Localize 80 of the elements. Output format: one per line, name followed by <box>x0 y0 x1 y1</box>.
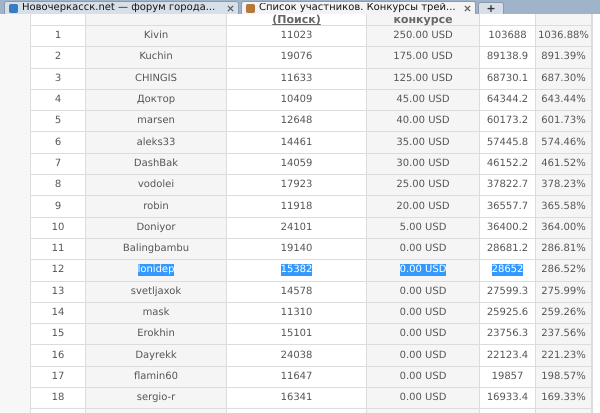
table-cell: 175.00 USD <box>367 47 480 68</box>
table-cell: Доктор <box>86 90 227 110</box>
table-cell: 30.00 USD <box>367 154 480 174</box>
table-cell: 0.00 USD <box>367 388 480 408</box>
table-cell: robin <box>86 196 227 217</box>
table-row[interactable]: 16 Dayrekk 24038 0.00 USD 22123.4 221.23% <box>31 345 592 367</box>
table-cell: Kivin <box>86 26 227 46</box>
table-cell: 221.23% <box>536 345 592 366</box>
table-row[interactable]: 7 DashBak 14059 30.00 USD 46152.2 461.52% <box>31 154 592 176</box>
table-cell: vodolei <box>86 175 227 196</box>
table-cell: 169.33% <box>536 388 592 408</box>
new-tab-button[interactable]: + <box>478 2 504 14</box>
table-cell: 0.00 USD <box>367 324 480 344</box>
table-cell: 574.46% <box>536 132 592 153</box>
close-icon[interactable] <box>227 4 234 12</box>
table-cell: Erokhin <box>86 324 227 344</box>
table-cell: marsen <box>86 111 227 132</box>
table-cell: 0.00 USD <box>367 238 480 260</box>
table-cell: lonidep <box>86 260 227 281</box>
table-cell: 20.00 USD <box>367 196 480 217</box>
table-row[interactable]: 9 robin 11918 20.00 USD 36557.7 365.58% <box>31 196 592 218</box>
table-cell: 125.00 USD <box>367 68 480 89</box>
table-cell: 45.00 USD <box>367 90 480 110</box>
table-row[interactable]: 11 Balingbambu 19140 0.00 USD 28681.2 286.81% <box>31 238 592 260</box>
table-row[interactable]: 18 sergio-r 16341 0.00 USD 16933.4 169.33% <box>31 388 592 410</box>
table-row[interactable]: 13 svetljaxok 14578 0.00 USD 27599.3 275.99% <box>31 282 592 303</box>
table-cell: 286.81% <box>536 238 592 260</box>
tab-title: Новочеркасск.net — форум городa... <box>22 3 216 13</box>
table-cell: sergio-r <box>86 388 227 408</box>
table-cell: 286.52% <box>536 260 592 281</box>
table-cell: aleks33 <box>86 132 227 153</box>
table-cell: 259.26% <box>536 302 592 324</box>
table-row[interactable]: 8 vodolei 17923 25.00 USD 37822.7 378.23% <box>31 175 592 196</box>
table-cell: 0.00 USD <box>367 282 480 302</box>
header-cell: конкурсе <box>367 14 480 25</box>
table-row[interactable]: 5 marsen 12648 40.00 USD 60173.2 601.73% <box>31 111 592 132</box>
table-row[interactable]: 6 aleks33 14461 35.00 USD 57445.8 574.46% <box>31 132 592 154</box>
table-cell: 0.00 USD <box>367 260 480 281</box>
table-row[interactable]: 10 Doniyor 24101 5.00 USD 36400.2 364.00% <box>31 218 592 239</box>
table-cell: 365.58% <box>536 196 592 217</box>
table-row[interactable]: 1 Kivin 11023 250.00 USD 103688 1036.88% <box>31 26 592 48</box>
table-cell: 40.00 USD <box>367 111 480 132</box>
close-icon[interactable] <box>464 4 471 12</box>
table-cell: Doniyor <box>86 218 227 238</box>
table-cell: 601.73% <box>536 111 592 132</box>
table-row[interactable]: 17 flamin60 11647 0.00 USD 19857 198.57% <box>31 366 592 388</box>
table-cell: Kuchin <box>86 47 227 68</box>
table-row[interactable]: 12 lonidep 15382 0.00 USD 28652 286.52% <box>31 260 592 282</box>
table-row[interactable]: 3 CHINGIS 11633 125.00 USD 68730.1 687.30% <box>31 68 592 90</box>
table-cell: 275.99% <box>536 282 592 302</box>
table-cell: 0.00 USD <box>367 345 480 366</box>
table-cell: Dayrekk <box>86 345 227 366</box>
table-row[interactable]: 2 Kuchin 19076 175.00 USD 89138.9 891.39% <box>31 47 592 69</box>
table-cell: Balingbambu <box>86 238 227 260</box>
table-cell: 0.00 USD <box>367 366 480 388</box>
site-icon <box>246 4 255 12</box>
table-cell: 0.00 USD <box>367 302 480 324</box>
table-row[interactable]: 15 Erokhin 15101 0.00 USD 23756.3 237.56% <box>31 324 592 346</box>
table-cell: 198.57% <box>536 366 592 388</box>
table-cell: 687.30% <box>536 68 592 89</box>
table-cell: 891.39% <box>536 47 592 68</box>
table-cell: 461.52% <box>536 154 592 174</box>
table-cell: flamin60 <box>86 366 227 388</box>
table-cell: 5.00 USD <box>367 218 480 238</box>
table-cell: 1036.88% <box>536 26 592 46</box>
table-cell: 25.00 USD <box>367 175 480 196</box>
site-icon <box>9 4 18 12</box>
table-cell: 364.00% <box>536 218 592 238</box>
table-row[interactable]: 4 Доктор 10409 45.00 USD 64344.2 643.44% <box>31 90 592 112</box>
table-row[interactable]: 14 mask 11310 0.00 USD 25925.6 259.26% <box>31 302 592 324</box>
table-cell: mask <box>86 302 227 324</box>
table-cell: CHINGIS <box>86 68 227 89</box>
table-cell: 378.23% <box>536 175 592 196</box>
table-cell: 237.56% <box>536 324 592 344</box>
browser-tab[interactable]: Новочеркасск.net — форум городa... <box>4 1 239 14</box>
table-cell: 35.00 USD <box>367 132 480 153</box>
table-cell: 250.00 USD <box>367 26 480 46</box>
table-cell: svetljaxok <box>86 282 227 302</box>
table-cell: DashBak <box>86 154 227 174</box>
table-cell: 643.44% <box>536 90 592 110</box>
